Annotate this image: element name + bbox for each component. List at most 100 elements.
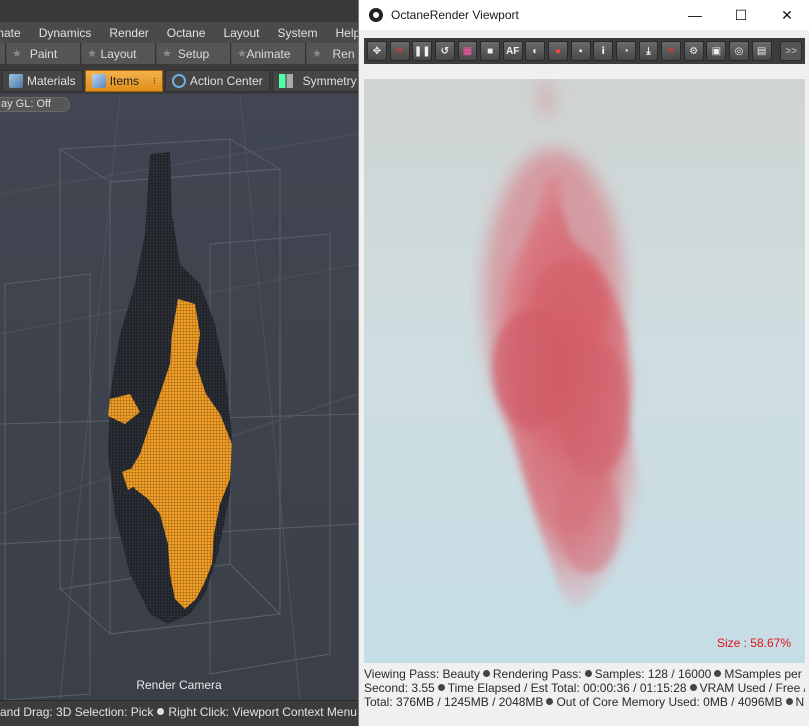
picker-button[interactable]: ◔	[615, 41, 636, 61]
color-grid-icon: ▦	[462, 45, 473, 57]
more-tools-button[interactable]: >>	[780, 41, 803, 61]
3d-viewport[interactable]: ay GL: Off Render Camera	[0, 94, 358, 700]
cube-icon	[9, 74, 23, 88]
render-view[interactable]: Size : 58.67%	[364, 79, 805, 663]
pause-render-button[interactable]: ❚❚	[412, 41, 433, 61]
menu-layout[interactable]: Layout	[214, 26, 268, 40]
reset-camera-button[interactable]: ✥	[367, 41, 387, 61]
crosshair-icon	[171, 74, 186, 88]
layout-tab-setup[interactable]: ★ Setup	[157, 43, 231, 64]
cube-icon	[91, 74, 106, 88]
camera-icon: ◎	[734, 45, 744, 57]
menu-dynamics[interactable]: Dynamics	[30, 26, 101, 40]
menu-render[interactable]: Render	[100, 26, 157, 40]
menu-system[interactable]: System	[268, 26, 326, 40]
maximize-button[interactable]: ☐	[718, 0, 764, 30]
delete-icon: ✕	[666, 45, 676, 57]
bullet-icon	[689, 684, 697, 691]
picker-icon: ◔	[622, 45, 629, 57]
layers-icon: ▤	[756, 45, 767, 57]
bullet-icon	[714, 670, 722, 677]
size-readout: Size : 58.67%	[716, 636, 791, 650]
close-button[interactable]: ✕	[764, 0, 809, 30]
smoke-render	[484, 81, 642, 609]
status-time: Time Elapsed / Est Total: 00:00:36 / 01:…	[447, 681, 687, 695]
export-button[interactable]: ▣	[706, 41, 727, 61]
layout-tab-animate[interactable]: ★ Animate	[232, 43, 306, 64]
star-icon: ★	[312, 48, 322, 60]
menu-help[interactable]: Help	[326, 26, 358, 40]
lock-icon: ▪	[578, 45, 583, 57]
lock-button[interactable]: ▪	[570, 41, 591, 61]
layout-tabs: ★ Paint ★ Layout ★ Setup ★ Animate ★ Ren	[0, 43, 358, 64]
bullet-icon	[785, 698, 793, 705]
save-button[interactable]: ⤓	[638, 41, 659, 61]
layout-tab-stub[interactable]	[0, 43, 6, 64]
tab-action-center[interactable]: Action Center	[164, 70, 270, 92]
gl-toggle-pill[interactable]: ay GL: Off	[0, 97, 70, 112]
modo-window: mate Dynamics Render Octane Layout Syste…	[0, 0, 358, 726]
stop-render-button[interactable]: ✕	[389, 41, 410, 61]
status-msamples: MSamples per	[724, 667, 802, 681]
render-status: Viewing Pass: Beauty Rendering Pass: Sampl…	[364, 667, 805, 726]
star-icon: ★	[237, 48, 247, 60]
tab-items[interactable]: Items ⁝	[84, 70, 163, 92]
star-icon: ★	[162, 48, 172, 60]
status-bar: and Drag: 3D Selection: Pick Right Click:…	[0, 700, 358, 726]
star-icon: ★	[12, 48, 22, 60]
delete-button[interactable]: ✕	[661, 41, 682, 61]
color-picker-icon: ●	[554, 45, 561, 57]
color-picker-button[interactable]: ●	[548, 41, 568, 61]
pause-render-icon: ❚❚	[413, 45, 431, 57]
region-render-icon: ■	[487, 45, 494, 57]
info-icon: ⅰ	[601, 45, 605, 57]
export-icon: ▣	[711, 45, 722, 57]
render-toolbar: ✥ ✕ ❚❚ ↺ ▦ ■ AF ◐ ● ▪ ⅰ ◔ ⤓ ✕ ⚙ ▣ ◎ ▤ >>	[364, 38, 805, 64]
status-samples: Samples: 128 / 16000	[594, 667, 712, 681]
settings-icon: ⚙	[689, 45, 699, 57]
reset-camera-icon: ✥	[372, 45, 382, 57]
bullet-icon	[584, 670, 592, 677]
status-viewing-pass: Viewing Pass: Beauty	[364, 667, 480, 681]
settings-button[interactable]: ⚙	[683, 41, 704, 61]
status-msamples-value: Second: 3.55	[364, 681, 435, 695]
region-render-button[interactable]: ■	[480, 41, 501, 61]
camera-label: Render Camera	[136, 678, 222, 692]
status-vram-values: Total: 376MB / 1245MB / 2048MB	[364, 695, 544, 709]
status-left: and Drag: 3D Selection: Pick	[0, 705, 154, 719]
window-title: OctaneRender Viewport	[391, 8, 519, 22]
wireframe-scene	[0, 94, 358, 700]
status-rendering-pass: Rendering Pass:	[492, 667, 582, 681]
camera-button[interactable]: ◎	[729, 41, 749, 61]
menu-octane[interactable]: Octane	[158, 26, 215, 40]
minimize-button[interactable]: —	[672, 0, 718, 30]
stop-render-icon: ✕	[395, 45, 404, 57]
af-focus-icon: AF	[506, 45, 520, 57]
restart-render-button[interactable]: ↺	[434, 41, 455, 61]
clay-mode-icon: ◐	[532, 45, 539, 57]
restart-render-icon: ↺	[440, 45, 450, 57]
color-grid-button[interactable]: ▦	[457, 41, 478, 61]
layout-tab-render[interactable]: ★ Ren	[307, 43, 358, 64]
layout-tab-paint[interactable]: ★ Paint	[7, 43, 81, 64]
status-vram: VRAM Used / Free /	[699, 681, 805, 695]
layout-tab-layout[interactable]: ★ Layout	[82, 43, 156, 64]
bullet-icon	[437, 684, 445, 691]
save-icon: ⤓	[646, 45, 651, 57]
tab-symmetry[interactable]: Symmetry	[271, 70, 358, 92]
menu-bar: mate Dynamics Render Octane Layout Syste…	[0, 22, 358, 43]
layers-button[interactable]: ▤	[751, 41, 772, 61]
viewport-tabs: Materials Items ⁝ Action Center Symmetry	[0, 70, 358, 92]
title-bar[interactable]: OctaneRender Viewport — ☐ ✕	[359, 0, 809, 30]
tab-materials[interactable]: Materials	[2, 70, 83, 92]
clay-mode-button[interactable]: ◐	[525, 41, 546, 61]
status-right: Right Click: Viewport Context Menu (popu…	[168, 705, 358, 719]
bullet-icon	[482, 670, 490, 677]
info-button[interactable]: ⅰ	[593, 41, 614, 61]
status-number: Numbe ...	[795, 695, 805, 709]
tab-options-icon[interactable]: ⁝	[153, 76, 156, 87]
af-focus-button[interactable]: AF	[502, 41, 523, 61]
menu-animate[interactable]: mate	[0, 26, 30, 40]
octane-window: OctaneRender Viewport — ☐ ✕ ✥ ✕ ❚❚ ↺ ▦ ■ AF ◐ ● ▪…	[358, 0, 809, 726]
star-icon: ★	[87, 48, 97, 60]
